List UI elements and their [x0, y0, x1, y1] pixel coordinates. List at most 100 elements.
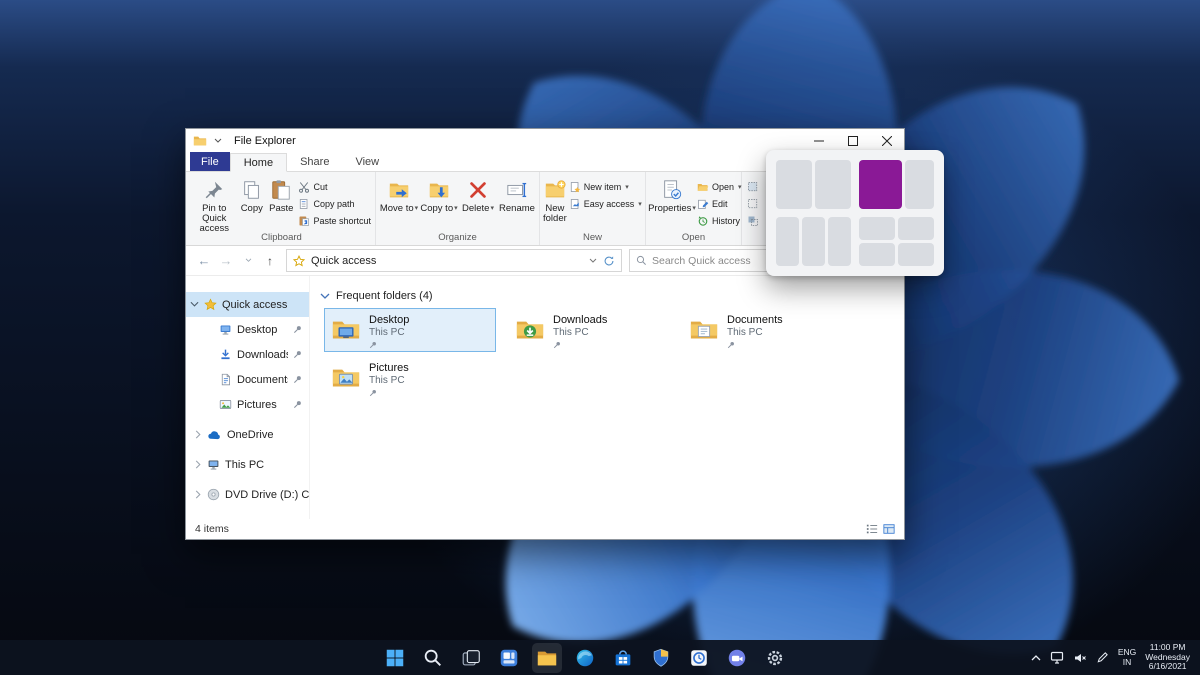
- tile-location: This PC: [553, 327, 607, 338]
- expand-chevron-icon[interactable]: [194, 460, 202, 469]
- sidebar-item-quick-access[interactable]: Quick access: [186, 292, 309, 317]
- tray-date: 6/16/2021: [1149, 662, 1187, 672]
- search-button[interactable]: [418, 643, 448, 673]
- snap-zone-left-hovered[interactable]: [859, 160, 902, 209]
- snap-layout-two-columns-wide-left[interactable]: [859, 160, 934, 209]
- sidebar-item-documents[interactable]: Documents: [186, 367, 309, 392]
- easy-access-button[interactable]: Easy access ▾: [567, 196, 644, 212]
- expand-chevron-icon[interactable]: [194, 490, 202, 499]
- section-collapse-icon[interactable]: [320, 293, 330, 300]
- taskbar: ENG IN 11:00 PM Wednesday 6/16/2021: [0, 640, 1200, 675]
- sidebar-item-desktop[interactable]: Desktop: [186, 317, 309, 342]
- new-folder-button[interactable]: New folder: [543, 175, 567, 232]
- rename-button[interactable]: Rename: [497, 175, 537, 232]
- file-explorer-button[interactable]: [532, 643, 562, 673]
- invert-selection-button[interactable]: [745, 213, 761, 229]
- defender-button[interactable]: [646, 643, 676, 673]
- sidebar-item-downloads[interactable]: Downloads: [186, 342, 309, 367]
- frequent-folders-header[interactable]: Frequent folders (4): [320, 290, 904, 302]
- dropdown-icon: ▾: [490, 204, 494, 214]
- widgets-button[interactable]: [494, 643, 524, 673]
- task-clock-icon: [688, 647, 710, 669]
- snap-zone-bottom-right[interactable]: [898, 243, 934, 266]
- gear-icon: [764, 647, 786, 669]
- tab-home[interactable]: Home: [230, 153, 287, 172]
- search-input[interactable]: [652, 255, 770, 267]
- new-item-button[interactable]: New item ▾: [567, 179, 644, 195]
- copy-path-button[interactable]: Copy path: [296, 196, 373, 212]
- recent-locations-dropdown[interactable]: [238, 251, 258, 271]
- chat-button[interactable]: [722, 643, 752, 673]
- snap-zone-top-left[interactable]: [859, 217, 895, 240]
- pen-tray-button[interactable]: [1096, 651, 1109, 664]
- snap-zone-right[interactable]: [905, 160, 934, 209]
- tab-share[interactable]: Share: [287, 152, 342, 171]
- snap-layout-four-quadrants[interactable]: [859, 217, 934, 266]
- sidebar-item-dvd-drive[interactable]: DVD Drive (D:) CC: [186, 482, 309, 507]
- history-button[interactable]: History: [695, 213, 744, 229]
- cut-button[interactable]: Cut: [296, 179, 373, 195]
- pin-to-quick-access-button[interactable]: Pin to Quick access: [191, 175, 237, 232]
- thumbnail-view-button[interactable]: [883, 523, 895, 535]
- up-button[interactable]: ↑: [260, 251, 280, 271]
- pin-icon: [293, 400, 302, 409]
- display-tray-button[interactable]: [1050, 651, 1064, 664]
- folder-tile-downloads[interactable]: Downloads This PC: [508, 308, 680, 352]
- open-group-label: Open: [646, 232, 741, 244]
- volume-muted-button[interactable]: [1073, 651, 1087, 665]
- sidebar-label: Desktop: [237, 324, 277, 336]
- back-button[interactable]: ←: [194, 251, 214, 271]
- address-dropdown-icon[interactable]: [589, 258, 597, 264]
- snap-zone-left[interactable]: [776, 160, 812, 209]
- expand-chevron-icon[interactable]: [194, 430, 202, 439]
- snap-zone-right[interactable]: [815, 160, 851, 209]
- language-indicator[interactable]: ENG IN: [1118, 648, 1136, 667]
- sidebar-item-onedrive[interactable]: OneDrive: [186, 422, 309, 447]
- refresh-icon[interactable]: [603, 255, 615, 267]
- tab-view[interactable]: View: [342, 152, 392, 171]
- copy-to-button[interactable]: Copy to▾: [419, 175, 459, 232]
- select-all-button[interactable]: [745, 179, 761, 195]
- details-view-button[interactable]: [866, 523, 878, 535]
- move-to-icon: [388, 179, 410, 201]
- hidden-icons-button[interactable]: [1031, 655, 1041, 661]
- move-to-button[interactable]: Move to▾: [379, 175, 419, 232]
- task-view-icon: [460, 647, 482, 669]
- snap-zone-top-right[interactable]: [898, 217, 934, 240]
- tile-name: Desktop: [369, 314, 409, 326]
- sidebar-item-this-pc[interactable]: This PC: [186, 452, 309, 477]
- snap-zone-left[interactable]: [776, 217, 799, 266]
- settings-button[interactable]: [760, 643, 790, 673]
- edit-button[interactable]: Edit: [695, 196, 744, 212]
- tab-file[interactable]: File: [190, 152, 230, 171]
- clipboard-group-label: Clipboard: [188, 232, 375, 244]
- start-button[interactable]: [380, 643, 410, 673]
- sidebar-item-pictures[interactable]: Pictures: [186, 392, 309, 417]
- to-do-button[interactable]: [684, 643, 714, 673]
- folder-tile-pictures[interactable]: Pictures This PC: [324, 356, 496, 400]
- address-box[interactable]: Quick access: [286, 249, 622, 272]
- folder-tile-documents[interactable]: Documents This PC: [682, 308, 854, 352]
- organize-group-label: Organize: [376, 232, 539, 244]
- edge-button[interactable]: [570, 643, 600, 673]
- delete-button[interactable]: Delete▾: [459, 175, 497, 232]
- snap-zone-bottom-left[interactable]: [859, 243, 895, 266]
- folder-tile-desktop[interactable]: Desktop This PC: [324, 308, 496, 352]
- quick-access-toolbar-dropdown-icon[interactable]: [214, 138, 222, 144]
- snap-layout-three-columns[interactable]: [776, 217, 851, 266]
- task-view-button[interactable]: [456, 643, 486, 673]
- select-none-button[interactable]: [745, 196, 761, 212]
- properties-button[interactable]: Properties▾: [649, 175, 695, 232]
- snap-layout-two-columns[interactable]: [776, 160, 851, 209]
- paste-shortcut-button[interactable]: Paste shortcut: [296, 213, 373, 229]
- snap-zone-right[interactable]: [828, 217, 851, 266]
- snap-zone-center[interactable]: [802, 217, 825, 266]
- store-button[interactable]: [608, 643, 638, 673]
- clock[interactable]: 11:00 PM Wednesday 6/16/2021: [1145, 643, 1194, 672]
- collapse-chevron-icon[interactable]: [190, 301, 199, 308]
- forward-button[interactable]: →: [216, 251, 236, 271]
- copy-button[interactable]: Copy: [237, 175, 266, 232]
- open-button[interactable]: Open ▾: [695, 179, 744, 195]
- pen-icon: [1096, 651, 1109, 664]
- paste-button[interactable]: Paste: [266, 175, 296, 232]
